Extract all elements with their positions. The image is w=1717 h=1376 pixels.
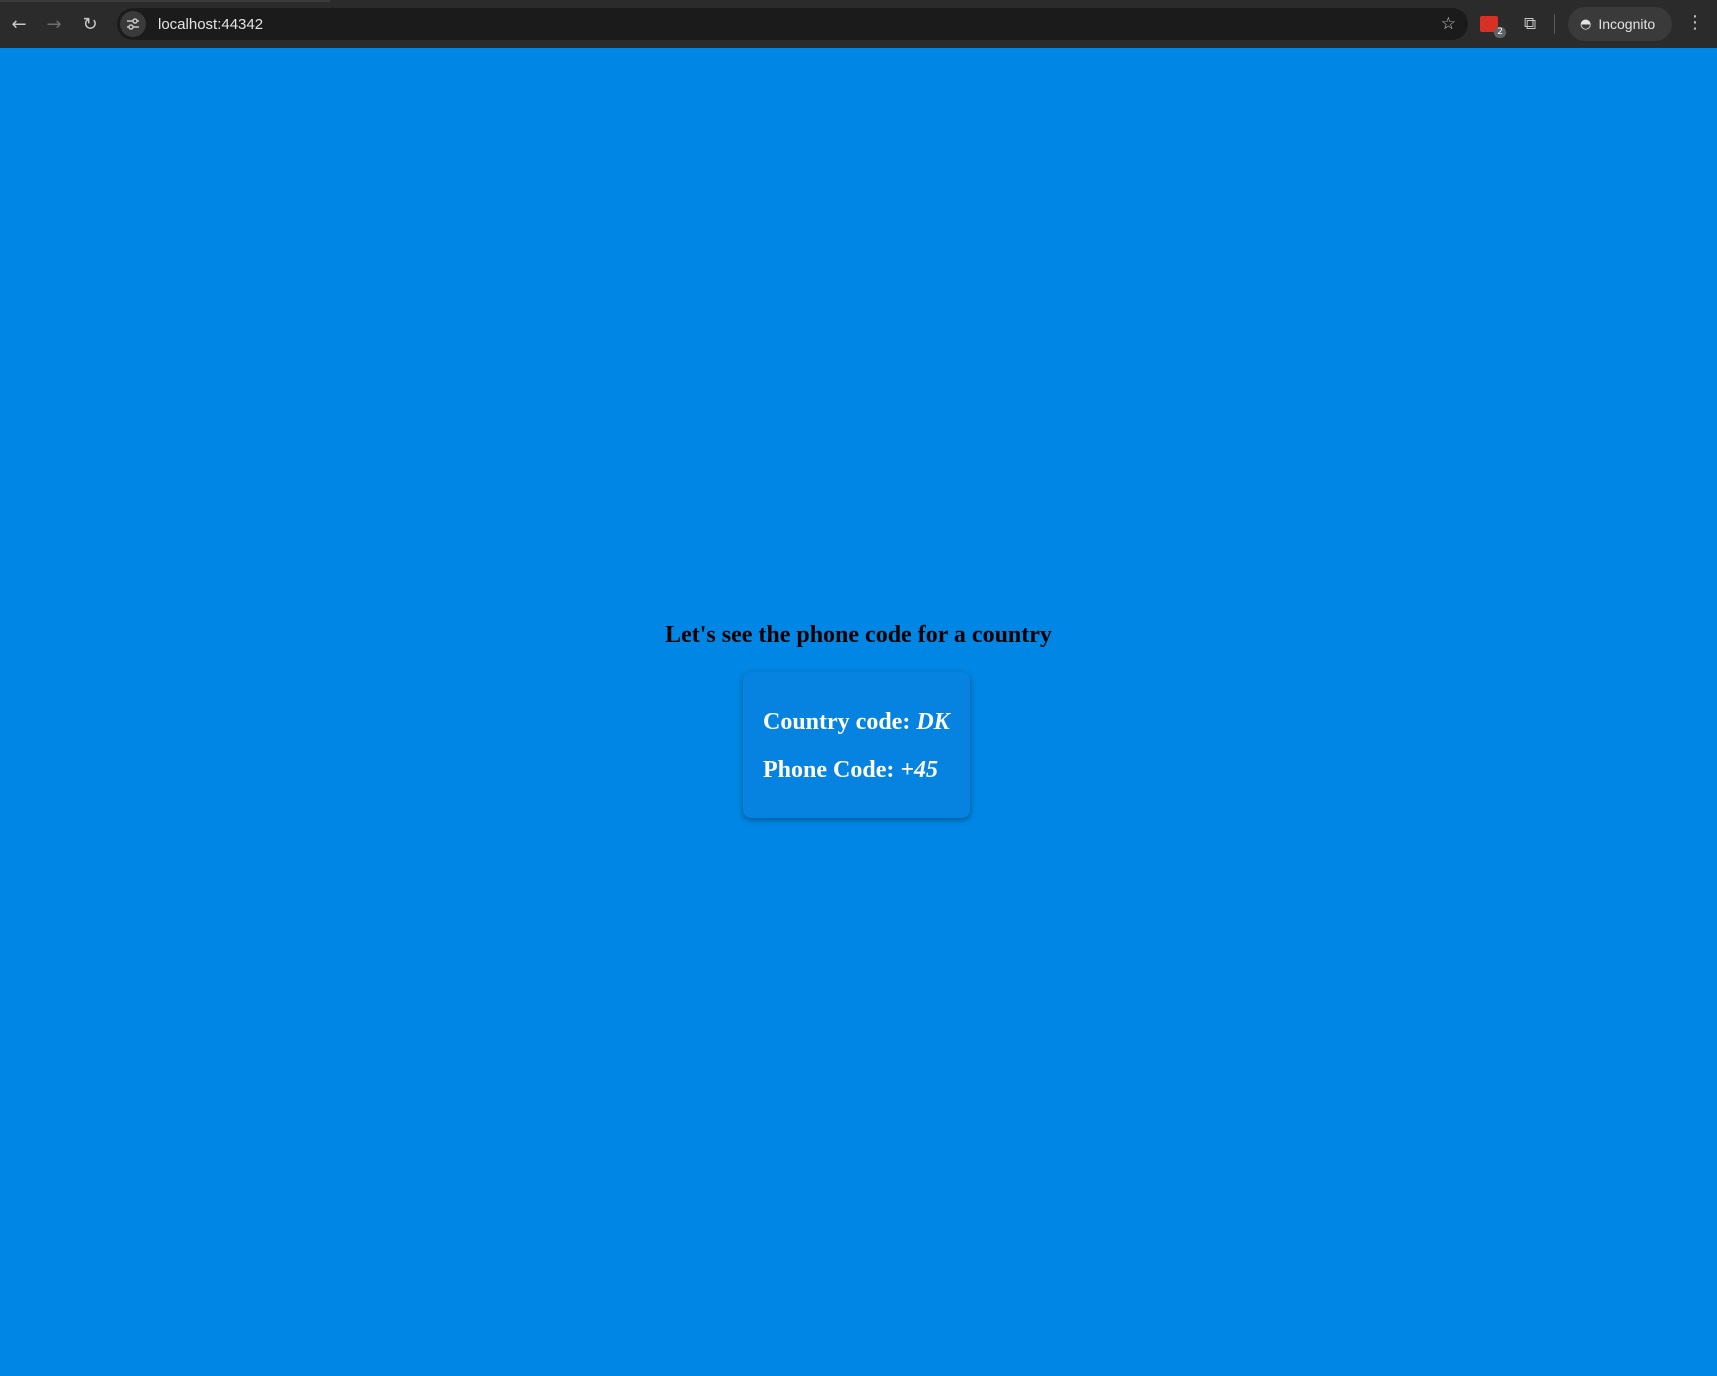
incognito-label: Incognito [1598, 16, 1656, 32]
incognito-button[interactable]: ◓ Incognito [1568, 7, 1672, 41]
puzzle-icon[interactable]: ⧉ [1524, 14, 1536, 34]
country-code-label: Country code: [763, 709, 911, 735]
extensions-area: 2 ⧉ [1480, 8, 1556, 40]
url-text[interactable]: localhost:44342 [158, 16, 263, 33]
phone-code-value: +45 [900, 757, 939, 783]
phone-code-row: Phone Code: +45 [763, 756, 970, 784]
phone-code-label: Phone Code: [763, 757, 895, 783]
tab-strip-edge [0, 0, 330, 2]
reload-icon[interactable]: ↻ [72, 6, 108, 42]
address-bar[interactable]: localhost:44342 ☆ [117, 8, 1468, 40]
incognito-icon: ◓ [1580, 16, 1592, 32]
tune-icon[interactable] [120, 11, 146, 37]
browser-toolbar: ← → ↻ localhost:44342 ☆ 2 ⧉ ◓ Incognito … [0, 0, 1717, 48]
toolbar-divider [1554, 14, 1556, 34]
country-code-value: DK [916, 709, 950, 735]
kebab-menu-icon[interactable]: ⋮ [1686, 12, 1704, 34]
extension-badge-count: 2 [1494, 27, 1506, 38]
phone-code-card: Country code: DK Phone Code: +45 [743, 672, 970, 818]
page-viewport: Let's see the phone code for a country C… [0, 48, 1717, 1376]
extension-icon[interactable]: 2 [1480, 16, 1506, 38]
country-code-row: Country code: DK [763, 708, 970, 736]
page-heading: Let's see the phone code for a country [665, 622, 1052, 648]
star-icon[interactable]: ☆ [1441, 14, 1456, 34]
back-arrow-icon[interactable]: ← [1, 6, 37, 42]
forward-arrow-icon[interactable]: → [36, 6, 72, 42]
